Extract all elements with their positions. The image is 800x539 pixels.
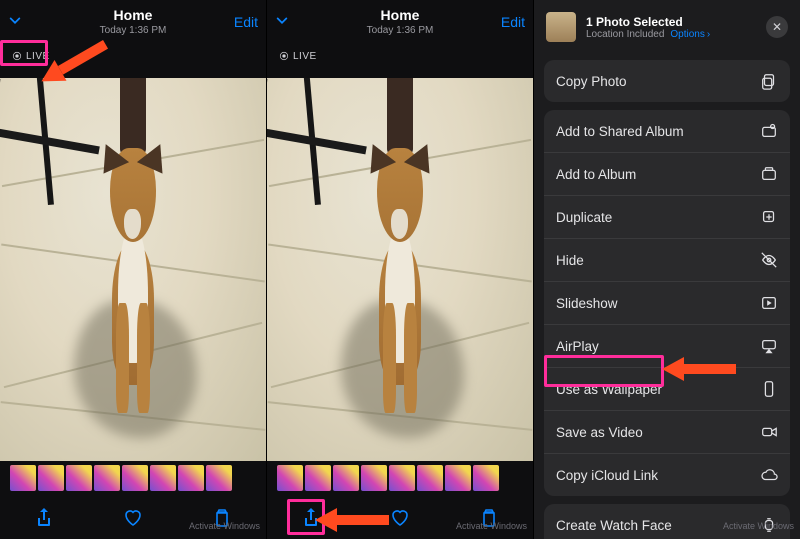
live-photo-label: LIVE [26,51,50,62]
share-button[interactable] [300,506,322,528]
share-menu-item-label: Duplicate [556,210,612,225]
photo-timestamp: Today 1:36 PM [100,25,167,36]
share-menu-item-add-album[interactable]: Add to Album [544,153,790,196]
share-menu-group-2: Add to Shared Album Add to Album Duplicate… [544,110,790,496]
copy-icon [760,72,778,90]
edit-button[interactable]: Edit [479,14,525,30]
photos-viewer-screen-2: Home Today 1:36 PM Edit LIVE [267,0,534,539]
share-menu-item-label: Slideshow [556,296,618,311]
duplicate-icon [760,208,778,226]
share-menu-item-label: Add to Album [556,167,636,182]
share-sheet: 1 Photo Selected Location Included Optio… [534,0,800,539]
share-sheet-header: 1 Photo Selected Location Included Optio… [534,10,800,52]
share-button[interactable] [33,506,55,528]
live-photo-label: LIVE [293,51,317,62]
back-chevron-button[interactable] [275,14,321,31]
share-menu-item-copy-icloud[interactable]: Copy iCloud Link [544,454,790,496]
share-menu-item-airplay[interactable]: AirPlay [544,325,790,368]
share-menu-item-hide[interactable]: Hide [544,239,790,282]
delete-button[interactable] [478,506,500,528]
photo-header: Home Today 1:36 PM Edit [0,0,266,44]
share-sheet-thumbnail [546,12,576,42]
annotation-arrow-live [58,40,108,75]
photo-content[interactable] [267,78,533,461]
photo-filmstrip[interactable] [267,461,533,495]
favorite-button[interactable] [389,506,411,528]
airplay-icon [760,337,778,355]
cloud-icon [760,466,778,484]
share-menu-item-label: Copy iCloud Link [556,468,658,483]
share-sheet-close-button[interactable]: ✕ [766,16,788,38]
album-icon [760,165,778,183]
share-menu-group-1: Copy Photo [544,60,790,102]
share-sheet-title: 1 Photo Selected [586,15,710,29]
share-menu-item-save-video[interactable]: Save as Video [544,411,790,454]
share-menu-item-label: Add to Shared Album [556,124,684,139]
video-icon [760,423,778,441]
share-menu-item-copy-photo[interactable]: Copy Photo [544,60,790,102]
share-menu-item-add-shared-album[interactable]: Add to Shared Album [544,110,790,153]
back-chevron-button[interactable] [8,14,54,31]
photo-title: Home [100,8,167,23]
photos-viewer-screen-1: Home Today 1:36 PM Edit LIVE [0,0,267,539]
share-sheet-options-button[interactable]: Options› [670,29,710,40]
share-menu-item-wallpaper[interactable]: Use as Wallpaper [544,368,790,411]
favorite-button[interactable] [122,506,144,528]
photo-toolbar [267,495,533,539]
play-box-icon [760,294,778,312]
live-photo-badge[interactable]: LIVE [273,49,323,64]
watch-icon [760,516,778,534]
share-menu-item-label: Copy Photo [556,74,627,89]
share-menu-item-watch-face[interactable]: Create Watch Face [544,504,790,539]
photo-toolbar [0,495,266,539]
photo-content[interactable] [0,78,266,461]
share-menu-item-label: Create Watch Face [556,518,672,533]
share-menu-item-duplicate[interactable]: Duplicate [544,196,790,239]
share-menu-group-3: Create Watch FaceSave to FilesAssign to … [544,504,790,539]
share-menu-item-label: AirPlay [556,339,599,354]
shared-album-icon [760,122,778,140]
share-menu-item-label: Save as Video [556,425,643,440]
share-menu-item-label: Use as Wallpaper [556,382,662,397]
photo-timestamp: Today 1:36 PM [367,25,434,36]
photo-header: Home Today 1:36 PM Edit [267,0,533,44]
phone-icon [760,380,778,398]
share-sheet-subtitle: Location Included [586,29,664,40]
photo-filmstrip[interactable] [0,461,266,495]
eye-off-icon [760,251,778,269]
share-menu-item-slideshow[interactable]: Slideshow [544,282,790,325]
live-photo-badge[interactable]: LIVE [6,49,56,64]
photo-title: Home [367,8,434,23]
edit-button[interactable]: Edit [212,14,258,30]
share-menu-item-label: Hide [556,253,584,268]
delete-button[interactable] [211,506,233,528]
